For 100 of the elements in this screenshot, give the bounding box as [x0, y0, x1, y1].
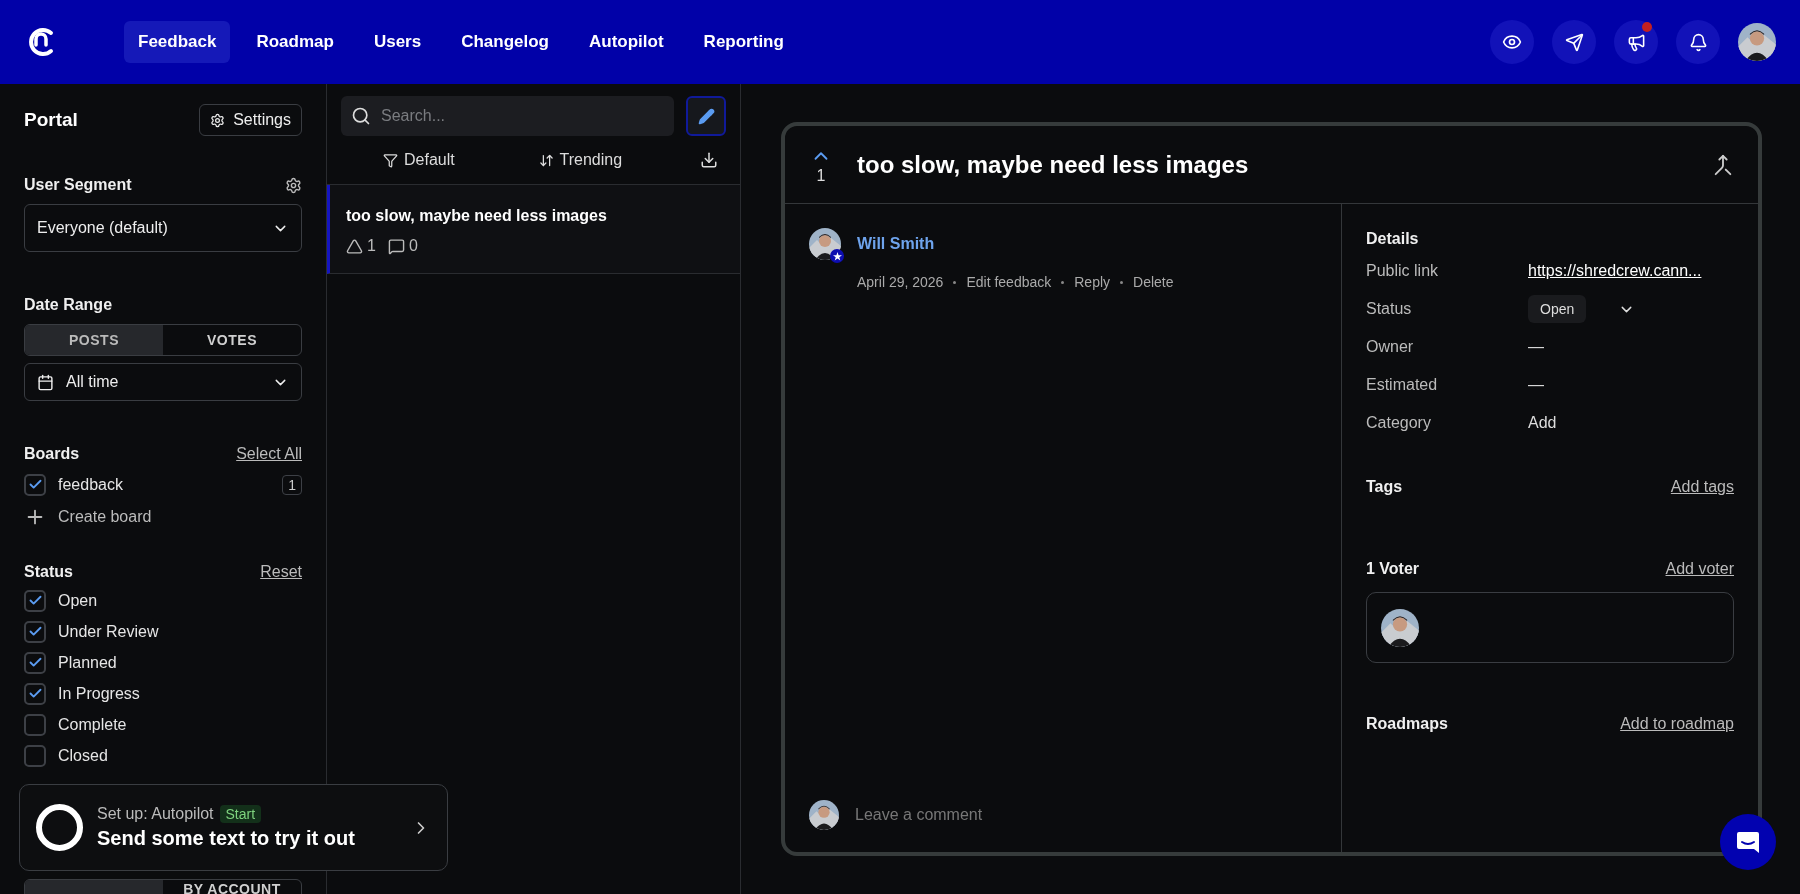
add-roadmap-link[interactable]: Add to roadmap	[1620, 715, 1734, 733]
setup-text: Send some text to try it out	[97, 827, 356, 850]
section-label: Boards	[24, 445, 80, 463]
tags-heading: Tags	[1366, 478, 1403, 496]
status-name: Closed	[58, 746, 108, 765]
post-title: too slow, maybe need less images	[346, 207, 608, 225]
board-count: 1	[282, 474, 302, 495]
detail-label: Category	[1366, 414, 1432, 432]
create-board-button[interactable]: Create board	[24, 500, 302, 533]
check-icon	[27, 655, 43, 670]
section-label: User Segment	[24, 176, 132, 194]
post-action-link[interactable]: Edit feedback	[966, 274, 1052, 290]
checkbox[interactable]	[24, 682, 46, 705]
send-icon	[1564, 32, 1584, 52]
voters-heading: 1 Voter	[1366, 560, 1420, 578]
post-action-link[interactable]: Reply	[1074, 274, 1111, 290]
roadmaps-heading: Roadmaps	[1366, 715, 1448, 733]
settings-button[interactable]: Settings	[199, 104, 302, 136]
setup-title: Set up: Autopilot	[97, 805, 214, 823]
eye-button[interactable]	[1490, 20, 1534, 64]
nav-tab[interactable]: Reporting	[689, 21, 798, 63]
nav-tab[interactable]: Feedback	[124, 21, 231, 63]
filter-button[interactable]: Default	[377, 150, 461, 170]
add-tags-link[interactable]: Add tags	[1670, 478, 1734, 496]
detail-value: —	[1528, 338, 1545, 356]
bell-icon	[1688, 32, 1708, 52]
check-icon	[27, 593, 43, 608]
detail-label: Estimated	[1366, 376, 1439, 394]
comment-field[interactable]: Leave a comment	[853, 805, 1317, 825]
detail-value: Add	[1528, 414, 1558, 432]
megaphone-button[interactable]	[1614, 20, 1658, 64]
setup-card[interactable]: Set up: Autopilot Start Send some text to try it out	[19, 784, 448, 871]
check-icon	[27, 624, 43, 639]
public-link[interactable]: https://shredcrew.cann...	[1528, 262, 1734, 280]
checkbox[interactable]	[24, 744, 46, 767]
status-name: Under Review	[58, 622, 159, 641]
chat-icon	[1735, 829, 1761, 855]
status-select[interactable]: Open	[1528, 295, 1587, 323]
status-name: Open	[58, 591, 98, 610]
section-label: Date Range	[24, 296, 113, 314]
reset-link[interactable]: Reset	[260, 563, 302, 581]
post-item[interactable]: too slow, maybe need less images 1 0	[327, 185, 740, 274]
filter-icon	[383, 152, 398, 168]
date-select[interactable]: All time	[24, 363, 302, 401]
post-date: April 29, 2026	[857, 274, 944, 290]
nav-tab[interactable]: Roadmap	[242, 21, 348, 63]
download-button[interactable]	[700, 151, 718, 169]
upvote-button[interactable]: 1	[809, 144, 833, 185]
star-badge	[830, 249, 844, 263]
merge-icon[interactable]	[1712, 153, 1734, 176]
search-icon	[351, 106, 371, 126]
nav-tab[interactable]: Changelog	[447, 21, 563, 63]
sort-icon	[538, 152, 554, 168]
detail-label: Public link	[1366, 262, 1440, 280]
author-name[interactable]: Will Smith	[857, 235, 935, 253]
checkbox[interactable]	[24, 589, 46, 612]
megaphone-icon	[1626, 32, 1646, 52]
search-field[interactable]: Search...	[341, 96, 674, 136]
check-icon	[27, 686, 43, 701]
settings-icon[interactable]	[285, 176, 302, 194]
eye-icon	[1502, 32, 1522, 52]
checkbox[interactable]	[24, 651, 46, 674]
check-icon	[27, 477, 43, 492]
vote-icon	[346, 237, 363, 255]
section-label: Status	[24, 563, 73, 581]
board-name: feedback	[58, 475, 123, 494]
send-button[interactable]	[1552, 20, 1596, 64]
bell-button[interactable]	[1676, 20, 1720, 64]
nav-tab[interactable]: Users	[359, 21, 436, 63]
status-name: Planned	[58, 653, 117, 672]
detail-value: —	[1528, 376, 1545, 394]
settings-icon	[210, 112, 226, 128]
chat-button[interactable]	[1720, 814, 1776, 870]
status-name: Complete	[58, 715, 127, 734]
nav-tab[interactable]: Autopilot	[575, 21, 678, 63]
add-voter-link[interactable]: Add voter	[1665, 560, 1734, 578]
checkbox[interactable]	[24, 473, 46, 496]
select-all-link[interactable]: Select All	[236, 445, 302, 463]
status-name: In Progress	[58, 684, 140, 703]
post-heading: too slow, maybe need less images	[857, 150, 1250, 179]
details-heading: Details	[1366, 230, 1420, 248]
comment-count: 0	[408, 237, 418, 255]
sidebar-title: Portal	[24, 109, 78, 131]
detail-label: Status	[1366, 300, 1413, 318]
pencil-icon	[697, 107, 715, 125]
progress-ring	[36, 804, 83, 851]
segment-select[interactable]: Everyone (default)	[24, 204, 302, 252]
date-range-tab[interactable]: POSTS	[25, 325, 163, 355]
calendar-icon	[37, 373, 54, 391]
post-action-link[interactable]: Delete	[1133, 274, 1174, 290]
checkbox[interactable]	[24, 620, 46, 643]
sort-button[interactable]: Trending	[532, 150, 629, 170]
checkbox[interactable]	[24, 713, 46, 736]
new-post-button[interactable]	[686, 96, 726, 136]
comment-icon	[387, 237, 405, 255]
vote-count: 1	[367, 237, 376, 255]
start-badge: Start	[219, 805, 262, 823]
detail-label: Owner	[1366, 338, 1415, 356]
date-range-tab[interactable]: VOTES	[163, 325, 301, 355]
download-icon	[700, 151, 718, 169]
